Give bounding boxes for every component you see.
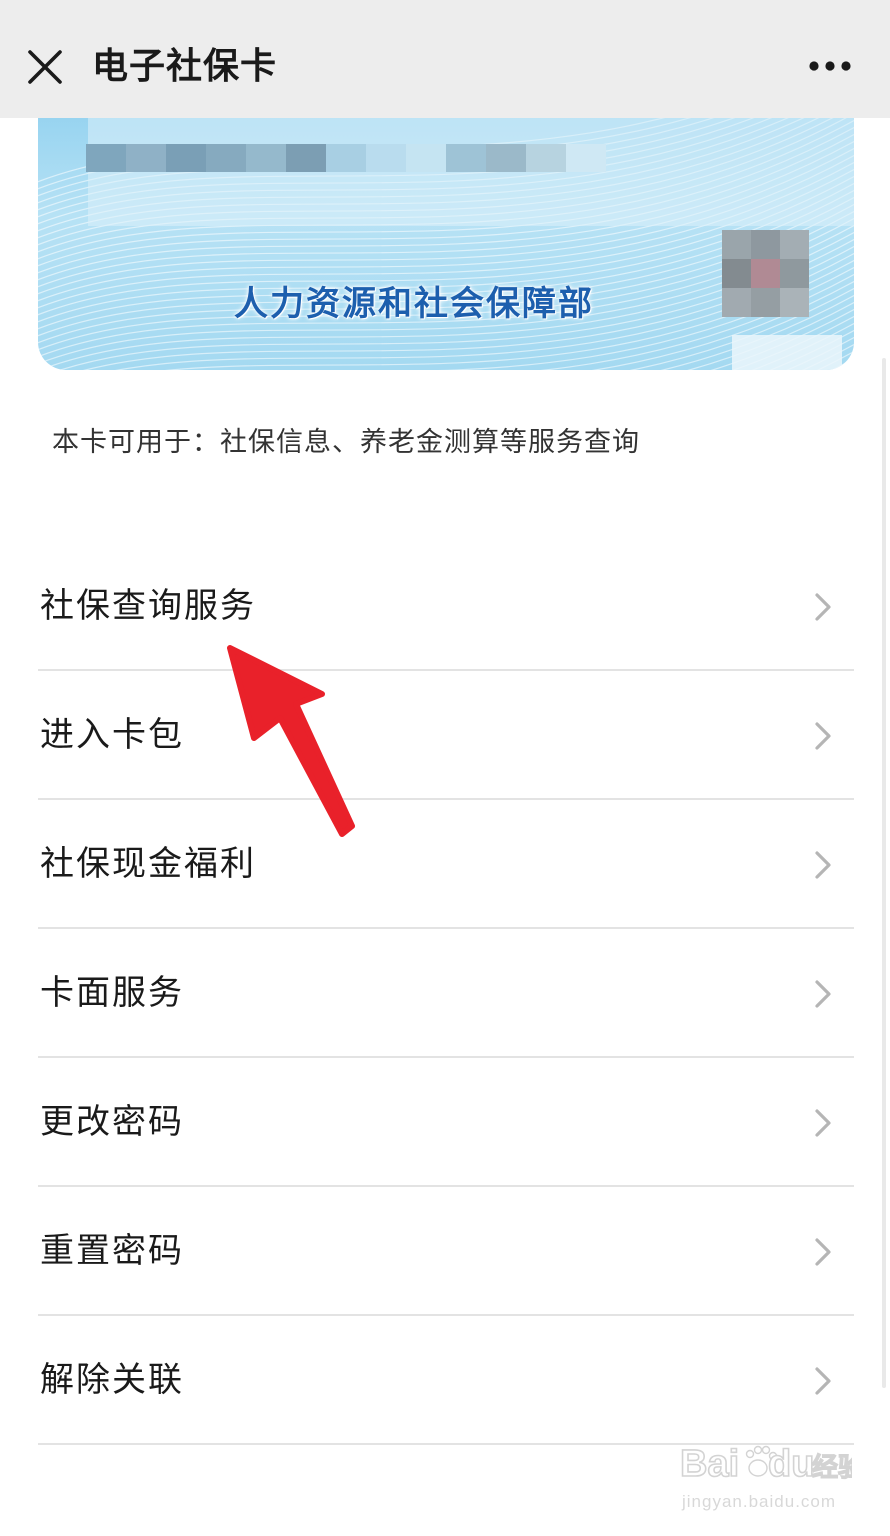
card-corner-blur: [732, 335, 842, 370]
mosaic-block: [246, 144, 286, 172]
mosaic-block: [566, 144, 606, 172]
mosaic-block: [751, 288, 780, 317]
mosaic-block: [526, 144, 566, 172]
social-security-card[interactable]: 人力资源和社会保障部: [38, 90, 854, 370]
baidu-logo-icon: Bai du 经验: [679, 1442, 864, 1486]
mosaic-block: [751, 230, 780, 259]
svg-text:Bai: Bai: [680, 1443, 739, 1485]
menu-item-label: 重置密码: [40, 1231, 184, 1271]
card-photo-mosaic: [722, 230, 818, 322]
close-icon: [28, 50, 62, 84]
chevron-right-icon: [815, 851, 831, 879]
page-title: 电子社保卡: [92, 46, 278, 87]
mosaic-block: [86, 144, 126, 172]
red-arrow-icon: [227, 645, 355, 837]
mosaic-block: [286, 144, 326, 172]
menu-item-query-service[interactable]: 社保查询服务: [38, 542, 854, 671]
chevron-right-icon: [815, 722, 831, 750]
svg-text:经验: 经验: [812, 1452, 852, 1483]
mosaic-block: [406, 144, 446, 172]
menu-item-card-wallet[interactable]: 进入卡包: [38, 671, 854, 800]
chevron-right-icon: [815, 1367, 831, 1395]
close-button[interactable]: [22, 44, 68, 90]
menu-item-card-face-service[interactable]: 卡面服务: [38, 929, 854, 1058]
chevron-right-icon: [815, 980, 831, 1008]
mosaic-block: [366, 144, 406, 172]
menu-item-label: 卡面服务: [40, 973, 184, 1013]
mosaic-block: [780, 288, 809, 317]
mosaic-block: [722, 259, 751, 288]
mosaic-block: [780, 259, 809, 288]
ministry-name: 人力资源和社会保障部: [234, 284, 594, 324]
mosaic-block: [326, 144, 366, 172]
mosaic-block: [166, 144, 206, 172]
chevron-right-icon: [815, 1109, 831, 1137]
mosaic-block: [486, 144, 526, 172]
mosaic-block: [722, 230, 751, 259]
service-menu: 社保查询服务 进入卡包 社保现金福利 卡面服务 更改密码 重置密码 解除关联: [38, 542, 854, 1445]
more-dots-icon: [809, 61, 851, 71]
baidu-watermark: Bai du 经验 jingyan.baidu.com: [672, 1432, 864, 1522]
card-usage-note: 本卡可用于：社保信息、养老金测算等服务查询: [52, 427, 640, 458]
top-bar: 电子社保卡: [0, 0, 890, 118]
menu-item-label: 解除关联: [40, 1360, 184, 1400]
watermark-url: jingyan.baidu.com: [682, 1492, 837, 1511]
menu-item-label: 更改密码: [40, 1102, 184, 1142]
card-number-mosaic: [86, 144, 606, 172]
mosaic-block: [206, 144, 246, 172]
chevron-right-icon: [815, 593, 831, 621]
mosaic-block: [780, 230, 809, 259]
scrollbar[interactable]: [882, 358, 886, 1388]
mosaic-block: [126, 144, 166, 172]
chevron-right-icon: [815, 1238, 831, 1266]
mosaic-block: [446, 144, 486, 172]
more-button[interactable]: [800, 48, 860, 84]
svg-text:du: du: [768, 1443, 814, 1485]
menu-item-unlink[interactable]: 解除关联: [38, 1316, 854, 1445]
menu-item-label: 进入卡包: [40, 715, 184, 755]
mosaic-block: [751, 259, 780, 288]
menu-item-cash-benefits[interactable]: 社保现金福利: [38, 800, 854, 929]
menu-item-change-password[interactable]: 更改密码: [38, 1058, 854, 1187]
menu-item-reset-password[interactable]: 重置密码: [38, 1187, 854, 1316]
mosaic-block: [722, 288, 751, 317]
page: 人力资源和社会保障部 电子社保卡 本卡可用于：社保信息、养老金测算等服务查询 社…: [0, 0, 890, 1536]
